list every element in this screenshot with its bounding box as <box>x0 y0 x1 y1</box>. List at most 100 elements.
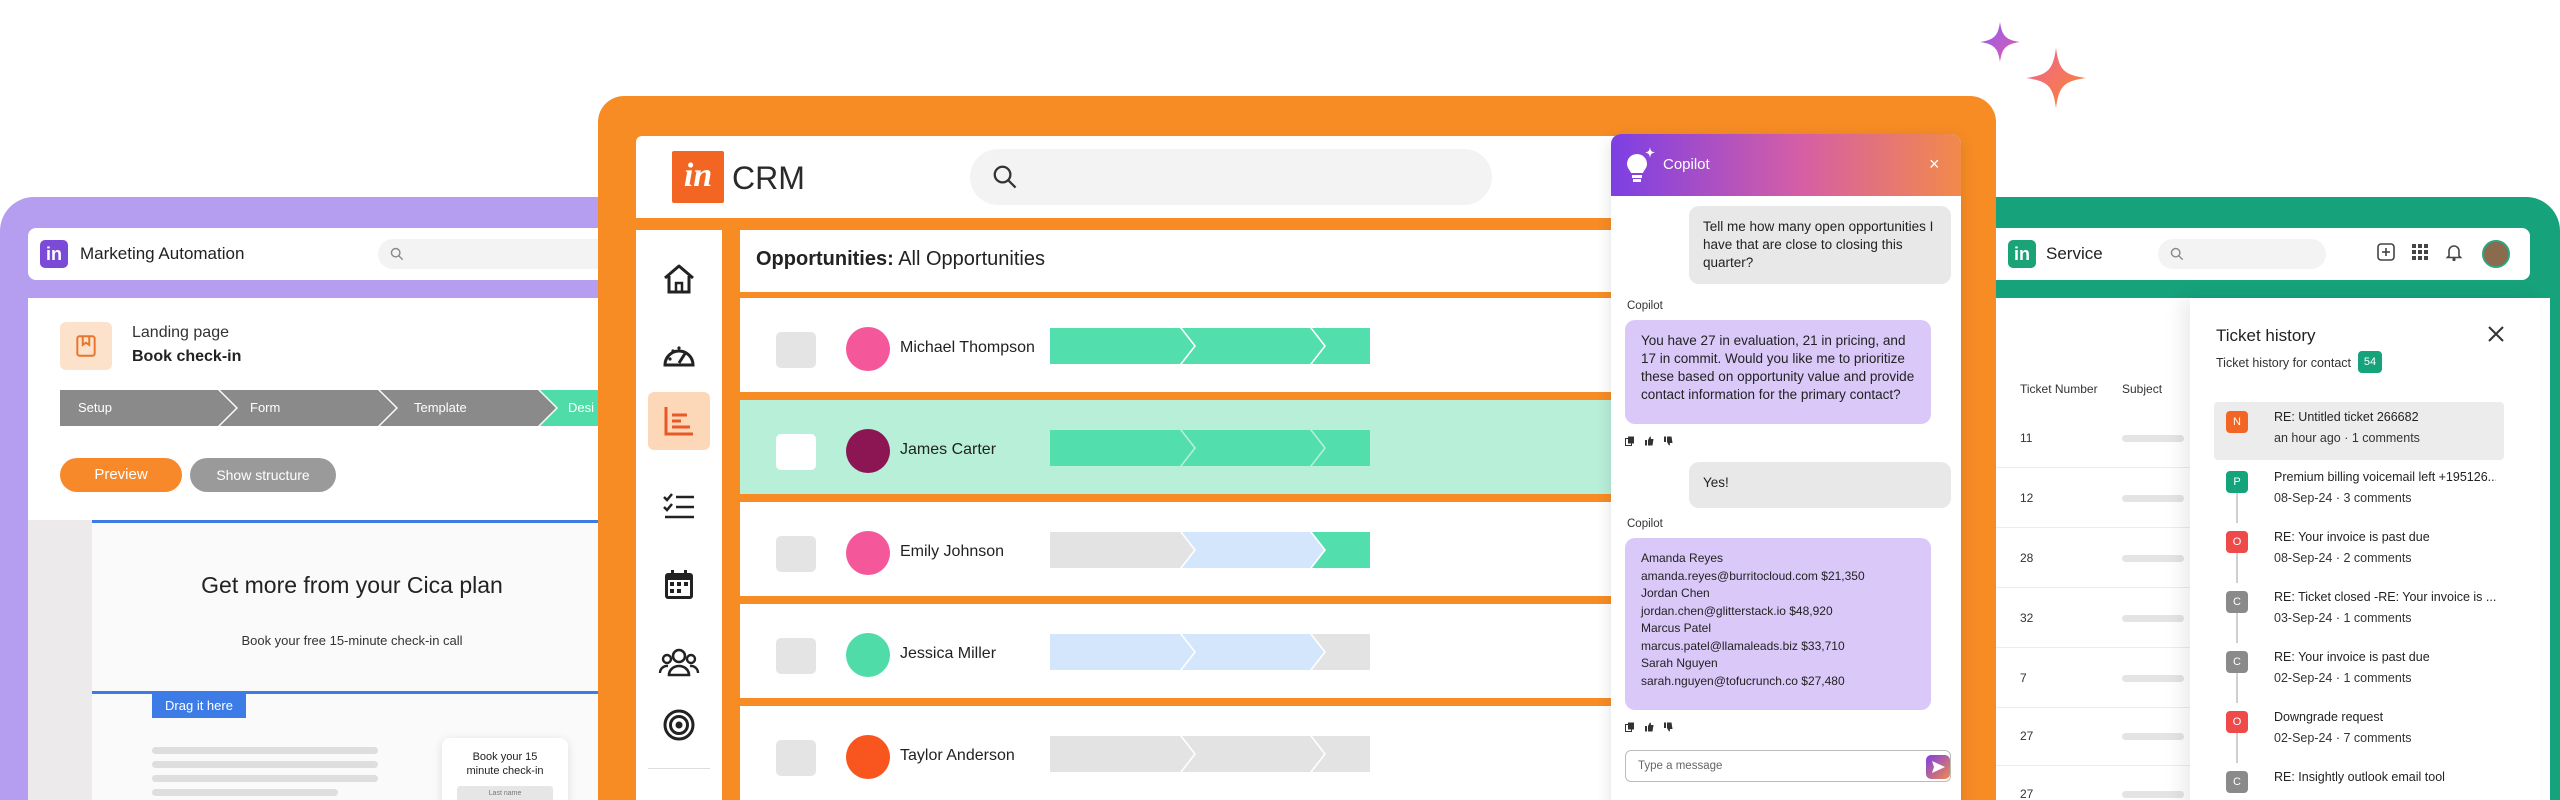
step-design[interactable]: Desi <box>550 390 594 426</box>
row-checkbox[interactable] <box>776 434 816 470</box>
opportunity-contact-name[interactable]: Jessica Miller <box>900 645 996 663</box>
opportunity-row[interactable]: Michael Thompson <box>740 298 1640 392</box>
history-item-meta: an hour ago · 1 comments <box>2274 431 2420 445</box>
ticket-number: 27 <box>2020 787 2034 800</box>
table-row[interactable]: 28 <box>1980 528 2190 588</box>
row-checkbox[interactable] <box>776 332 816 368</box>
lightbulb-sparkle-icon <box>1627 147 1655 182</box>
preview-button[interactable]: Preview <box>60 458 182 492</box>
row-checkbox[interactable] <box>776 536 816 572</box>
send-button[interactable] <box>1926 755 1950 779</box>
timeline-connector <box>2236 613 2238 643</box>
thumbs-up-icon[interactable] <box>1644 436 1654 446</box>
copy-icon[interactable] <box>1625 722 1635 732</box>
show-structure-button[interactable]: Show structure <box>190 458 336 492</box>
copy-icon[interactable] <box>1625 436 1635 446</box>
subject-placeholder <box>2122 791 2184 798</box>
copilot-message-label: Copilot <box>1627 300 1663 312</box>
contact-line: jordan.chen@glitterstack.io $48,920 <box>1641 603 1833 618</box>
timeline-connector <box>2236 493 2238 523</box>
user-avatar[interactable] <box>2482 240 2510 268</box>
nav-reports[interactable] <box>648 392 710 450</box>
thumbs-up-icon[interactable] <box>1644 722 1654 732</box>
step-setup[interactable]: Setup <box>60 390 112 426</box>
table-row[interactable]: 7 <box>1980 648 2190 708</box>
form-block-card[interactable]: Book your 15 minute check-in Last name <box>442 738 568 800</box>
step-form[interactable]: Form <box>232 390 280 426</box>
history-item[interactable]: N RE: Untitled ticket 266682 an hour ago… <box>2214 402 2504 460</box>
history-item-meta: 02-Sep-24 · 7 comments <box>2274 731 2412 745</box>
bookmark-icon <box>76 335 96 357</box>
stage-segment[interactable] <box>1050 328 1194 364</box>
opportunity-row[interactable]: Taylor Anderson <box>740 706 1640 800</box>
subject-placeholder <box>2122 555 2184 562</box>
ticket-number: 12 <box>2020 491 2034 505</box>
crm-app-name: CRM <box>732 160 805 196</box>
stage-segment[interactable] <box>1050 634 1194 670</box>
stage-progress <box>1050 736 1370 772</box>
history-item[interactable]: O RE: Your invoice is past due 08-Sep-24… <box>2214 522 2504 583</box>
stage-segment[interactable] <box>1182 430 1324 466</box>
nav-goals[interactable] <box>648 696 710 754</box>
opportunity-contact-name[interactable]: Emily Johnson <box>900 543 1004 561</box>
table-row[interactable]: 11 <box>1980 408 2190 468</box>
page-title-view[interactable]: All Opportunities <box>894 248 1045 270</box>
opportunity-row[interactable]: Jessica Miller <box>740 604 1640 698</box>
stage-segment[interactable] <box>1050 736 1194 772</box>
row-checkbox[interactable] <box>776 638 816 674</box>
table-row[interactable]: 27 <box>1980 706 2190 766</box>
page-title-label: Opportunities: <box>756 248 894 270</box>
history-item[interactable]: P Premium billing voicemail left +195126… <box>2214 462 2504 523</box>
apps-grid-icon[interactable] <box>2410 242 2430 262</box>
marketing-logo[interactable]: in <box>40 240 68 268</box>
nav-tasks[interactable] <box>648 478 710 536</box>
add-icon[interactable] <box>2376 242 2396 262</box>
opportunity-contact-name[interactable]: James Carter <box>900 441 996 459</box>
crm-search-input[interactable] <box>970 149 1492 205</box>
table-row[interactable]: 12 <box>1980 468 2190 528</box>
nav-dashboard[interactable] <box>648 328 710 386</box>
nav-home[interactable] <box>648 250 710 308</box>
history-item[interactable]: O Downgrade request 02-Sep-24 · 7 commen… <box>2214 702 2504 763</box>
send-icon <box>1932 761 1945 773</box>
opportunity-contact-name[interactable]: Taylor Anderson <box>900 747 1015 765</box>
avatar <box>846 327 890 371</box>
step-template[interactable]: Template <box>396 390 467 426</box>
thumbs-down-icon[interactable] <box>1663 436 1673 446</box>
service-search-input[interactable] <box>2158 239 2326 269</box>
thumbs-down-icon[interactable] <box>1663 722 1673 732</box>
ticket-number: 11 <box>2020 431 2033 445</box>
service-logo[interactable]: in <box>2008 240 2036 268</box>
stage-segment[interactable] <box>1182 328 1324 364</box>
nav-calendar[interactable] <box>648 556 710 614</box>
contacts-icon <box>658 648 700 677</box>
column-subject[interactable]: Subject <box>2122 382 2162 396</box>
nav-contacts[interactable] <box>648 634 710 692</box>
table-row[interactable]: 32 <box>1980 588 2190 648</box>
history-item[interactable]: C RE: Insightly outlook email tool <box>2214 762 2504 800</box>
composite-screenshot: in Marketing Automation Landing page Boo… <box>0 0 2560 800</box>
stage-segment[interactable] <box>1182 736 1324 772</box>
ticket-status-icon: O <box>2226 531 2248 553</box>
ticket-status-icon: C <box>2226 591 2248 613</box>
stage-segment[interactable] <box>1050 532 1194 568</box>
close-icon[interactable] <box>2486 324 2506 344</box>
column-ticket-number[interactable]: Ticket Number <box>2020 382 2098 396</box>
opportunity-row[interactable]: Emily Johnson <box>740 502 1640 596</box>
history-item[interactable]: C RE: Ticket closed -RE: Your invoice is… <box>2214 582 2504 643</box>
stage-segment[interactable] <box>1050 430 1194 466</box>
stage-segment[interactable] <box>1182 532 1324 568</box>
opportunity-row[interactable]: James Carter <box>740 400 1640 494</box>
history-item[interactable]: C RE: Your invoice is past due 02-Sep-24… <box>2214 642 2504 703</box>
avatar <box>846 735 890 779</box>
close-icon[interactable]: × <box>1929 154 1940 175</box>
opportunity-contact-name[interactable]: Michael Thompson <box>900 339 1035 357</box>
subject-placeholder <box>2122 733 2184 740</box>
stage-segment[interactable] <box>1182 634 1324 670</box>
table-row[interactable]: 27 <box>1980 764 2190 800</box>
crm-logo[interactable]: in <box>672 151 724 203</box>
copilot-message-input[interactable]: Type a message <box>1625 750 1951 782</box>
bell-icon[interactable] <box>2444 242 2464 262</box>
goals-target-icon <box>663 709 695 741</box>
row-checkbox[interactable] <box>776 740 816 776</box>
